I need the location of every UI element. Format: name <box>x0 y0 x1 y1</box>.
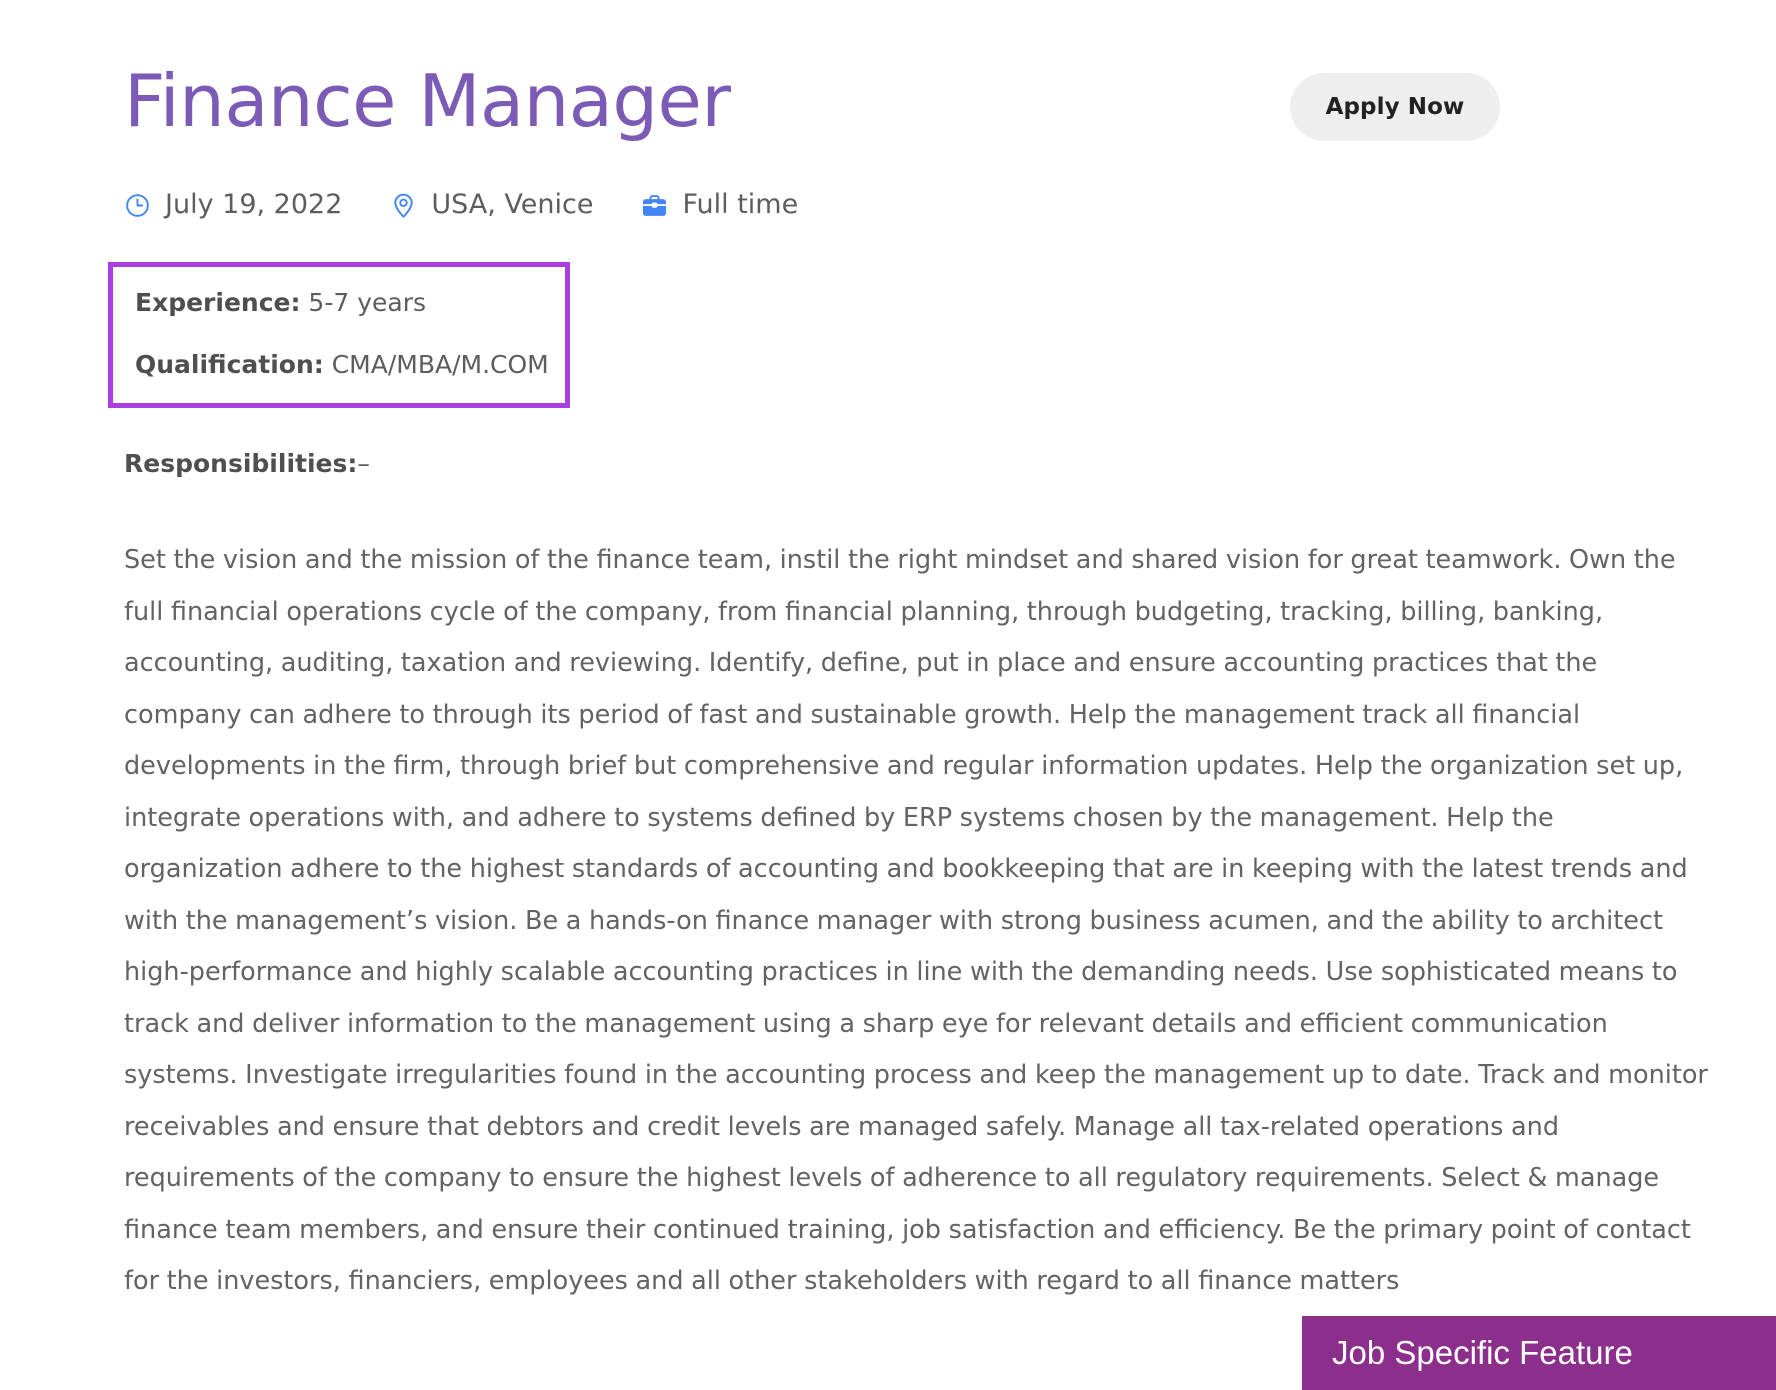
job-specific-feature-label: Job Specific Feature <box>1332 1334 1633 1371</box>
responsibilities-heading-label: Responsibilities: <box>124 449 358 478</box>
responsibilities-body: Set the vision and the mission of the fi… <box>124 545 1708 1296</box>
meta-date-label: July 19, 2022 <box>165 189 343 220</box>
location-pin-icon <box>394 193 414 218</box>
meta-item-location: USA, Venice <box>390 190 593 220</box>
apply-now-button[interactable]: Apply Now <box>1290 73 1500 141</box>
experience-value: 5-7 years <box>300 288 427 317</box>
job-posting-page: Finance Manager Apply Now July 19, 2022 <box>0 0 1776 1390</box>
qualification-line: Qualification: CMA/MBA/M.COM <box>135 349 549 381</box>
responsibilities-heading: Responsibilities:– <box>124 448 370 480</box>
meta-location-label: USA, Venice <box>431 189 594 220</box>
qualification-label: Qualification: <box>135 350 324 379</box>
page-title: Finance Manager <box>124 59 731 143</box>
experience-line: Experience: 5-7 years <box>135 287 543 319</box>
job-meta-row: July 19, 2022 USA, Venice Full time <box>124 190 798 220</box>
qualification-value: CMA/MBA/M.COM <box>323 350 549 379</box>
briefcase-icon <box>643 194 667 216</box>
experience-label: Experience: <box>135 288 301 317</box>
meta-item-date: July 19, 2022 <box>124 190 342 220</box>
meta-item-employment-type: Full time <box>641 190 798 220</box>
job-specific-feature-banner: Job Specific Feature <box>1302 1316 1776 1390</box>
responsibilities-heading-suffix: – <box>357 449 370 478</box>
meta-employment-type-label: Full time <box>682 189 799 220</box>
clock-icon <box>126 193 149 217</box>
requirements-highlight-box: Experience: 5-7 years Qualification: CMA… <box>108 262 570 408</box>
